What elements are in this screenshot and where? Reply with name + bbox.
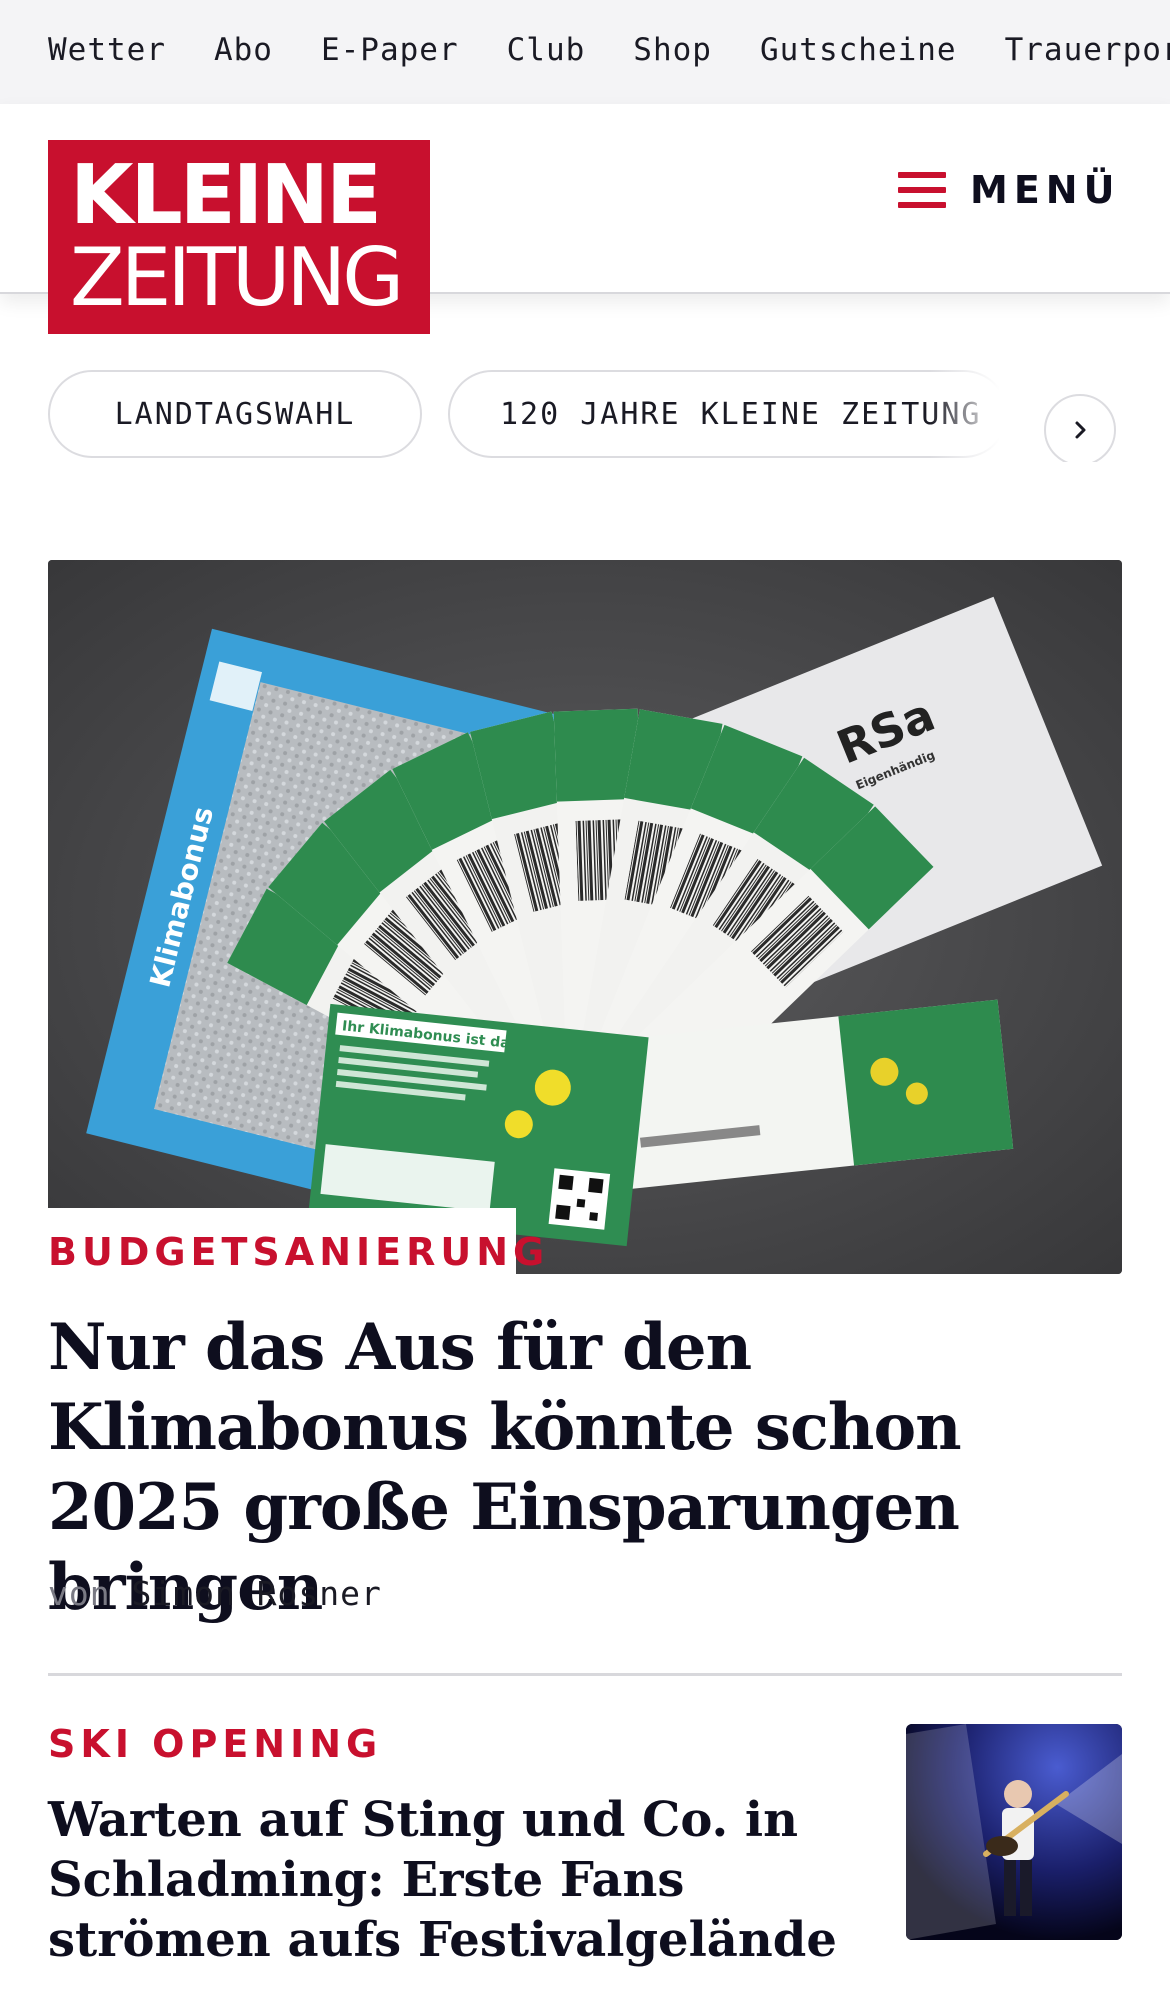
- tag-pill-landtagswahl[interactable]: LANDTAGSWAHL: [48, 370, 422, 458]
- tags-next-button[interactable]: [1044, 394, 1116, 462]
- hero-kicker[interactable]: BUDGETSANIERUNG: [48, 1208, 544, 1276]
- chevron-right-icon: [1075, 421, 1086, 439]
- site-header: KLEINE ZEITUNG MENÜ: [0, 104, 1170, 334]
- topnav-item-wetter[interactable]: Wetter: [48, 32, 166, 68]
- menu-label: MENÜ: [970, 168, 1121, 212]
- logo-line-1: KLEINE: [70, 148, 382, 243]
- topnav-item-abo[interactable]: Abo: [214, 32, 273, 68]
- top-utility-nav: Wetter Abo E-Paper Club Shop Gutscheine …: [0, 0, 1170, 104]
- hamburger-icon: [898, 172, 946, 208]
- topnav-item-gutscheine[interactable]: Gutscheine: [760, 32, 957, 68]
- byline-prefix: von: [48, 1574, 111, 1613]
- site-logo[interactable]: KLEINE ZEITUNG: [48, 140, 430, 334]
- klimabonus-vouchers-photo: Klimabonus RSa Eigenhändig Ihr Klimabonu…: [48, 560, 1122, 1274]
- topnav-item-trauerportal[interactable]: Trauerportal: [1005, 32, 1170, 68]
- topnav-item-shop[interactable]: Shop: [633, 32, 712, 68]
- tag-pill-120-jahre[interactable]: 120 JAHRE KLEINE ZEITUNG: [448, 370, 1008, 458]
- article2-headline[interactable]: Warten auf Sting und Co. in Schladming: …: [48, 1790, 848, 1970]
- topic-tags-bar: LANDTAGSWAHL 120 JAHRE KLEINE ZEITUNG: [0, 368, 1170, 462]
- article2-thumbnail[interactable]: [906, 1724, 1122, 1940]
- concert-photo: [906, 1724, 1122, 1940]
- menu-button[interactable]: MENÜ: [898, 168, 1120, 212]
- article2-kicker[interactable]: SKI OPENING: [48, 1722, 382, 1766]
- article-divider: [48, 1673, 1122, 1676]
- logo-line-2: ZEITUNG: [70, 231, 404, 324]
- tags-fade-overlay: [930, 368, 1030, 462]
- byline-author[interactable]: Simon Rosner: [131, 1574, 381, 1613]
- hero-article-image[interactable]: Klimabonus RSa Eigenhändig Ihr Klimabonu…: [48, 560, 1122, 1274]
- topnav-item-epaper[interactable]: E-Paper: [321, 32, 459, 68]
- topnav-item-club[interactable]: Club: [507, 32, 586, 68]
- hero-byline: von Simon Rosner: [48, 1574, 382, 1613]
